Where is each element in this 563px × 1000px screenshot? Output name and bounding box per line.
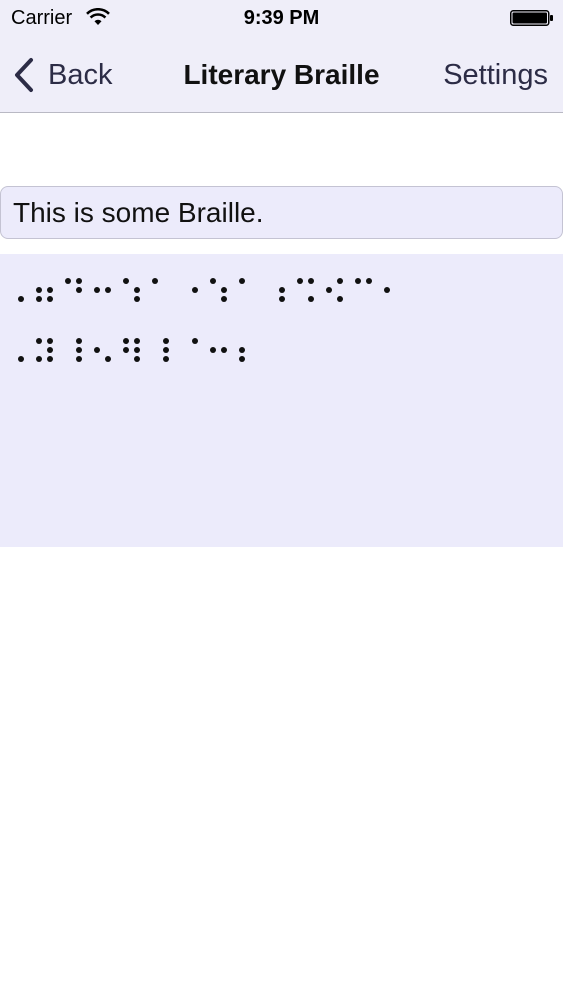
braille-dot bbox=[47, 356, 53, 362]
braille-cell bbox=[18, 278, 48, 318]
chevron-left-icon bbox=[15, 58, 33, 92]
braille-cell bbox=[105, 338, 135, 378]
braille-dot bbox=[279, 296, 285, 302]
braille-dot bbox=[239, 278, 245, 284]
app-screen: Carrier 9:39 PM Back Literary Braille Se… bbox=[0, 0, 563, 1000]
braille-dot bbox=[134, 338, 140, 344]
braille-dot bbox=[279, 287, 285, 293]
braille-output bbox=[0, 254, 563, 547]
battery-icon bbox=[510, 10, 553, 26]
braille-cell bbox=[366, 278, 396, 318]
braille-dot bbox=[221, 347, 227, 353]
braille-cell bbox=[47, 338, 77, 378]
braille-dot bbox=[65, 278, 71, 284]
braille-cell bbox=[337, 278, 367, 318]
braille-cell bbox=[134, 338, 164, 378]
braille-cell bbox=[163, 338, 193, 378]
braille-dot bbox=[355, 278, 361, 284]
braille-cell bbox=[192, 278, 222, 318]
braille-dot bbox=[123, 278, 129, 284]
braille-cell bbox=[105, 278, 135, 318]
braille-dot bbox=[76, 356, 82, 362]
braille-dot bbox=[36, 287, 42, 293]
braille-cell bbox=[221, 338, 251, 378]
braille-dot bbox=[123, 338, 129, 344]
braille-dot bbox=[337, 278, 343, 284]
braille-cell bbox=[76, 338, 106, 378]
braille-dot bbox=[239, 356, 245, 362]
braille-cell bbox=[279, 278, 309, 318]
braille-dot bbox=[210, 278, 216, 284]
braille-dot bbox=[210, 347, 216, 353]
braille-cell bbox=[47, 278, 77, 318]
braille-dot bbox=[76, 287, 82, 293]
back-button[interactable]: Back bbox=[12, 56, 112, 94]
navigation-bar: Back Literary Braille Settings bbox=[0, 38, 563, 113]
braille-dot bbox=[36, 356, 42, 362]
braille-dot bbox=[123, 347, 129, 353]
braille-dot bbox=[47, 296, 53, 302]
braille-dot bbox=[105, 287, 111, 293]
braille-dot bbox=[134, 356, 140, 362]
braille-cell bbox=[308, 278, 338, 318]
braille-dot bbox=[337, 296, 343, 302]
braille-dot bbox=[152, 278, 158, 284]
braille-dot bbox=[76, 278, 82, 284]
braille-dot bbox=[163, 338, 169, 344]
braille-dot bbox=[47, 287, 53, 293]
text-input-field[interactable] bbox=[0, 186, 563, 239]
braille-dot bbox=[47, 347, 53, 353]
braille-dot bbox=[163, 347, 169, 353]
braille-cell bbox=[192, 338, 222, 378]
braille-dot bbox=[76, 347, 82, 353]
braille-line bbox=[0, 338, 563, 386]
back-label: Back bbox=[48, 59, 113, 91]
braille-dot bbox=[384, 287, 390, 293]
braille-dot bbox=[105, 356, 111, 362]
braille-cell bbox=[76, 278, 106, 318]
braille-dot bbox=[308, 278, 314, 284]
top-chrome: Carrier 9:39 PM Back Literary Braille Se… bbox=[0, 0, 563, 113]
braille-dot bbox=[134, 296, 140, 302]
braille-dot bbox=[36, 296, 42, 302]
braille-dot bbox=[297, 278, 303, 284]
braille-dot bbox=[134, 347, 140, 353]
braille-dot bbox=[221, 287, 227, 293]
clock-time: 9:39 PM bbox=[243, 7, 320, 29]
braille-dot bbox=[18, 356, 24, 362]
status-bar: Carrier 9:39 PM bbox=[0, 0, 563, 38]
braille-dot bbox=[94, 347, 100, 353]
braille-cell bbox=[18, 338, 48, 378]
braille-dot bbox=[221, 296, 227, 302]
braille-dot bbox=[76, 338, 82, 344]
braille-dot bbox=[47, 338, 53, 344]
braille-dot bbox=[192, 287, 198, 293]
braille-space bbox=[250, 278, 280, 318]
settings-button[interactable]: Settings bbox=[443, 56, 548, 94]
braille-dot bbox=[308, 296, 314, 302]
braille-space bbox=[163, 278, 193, 318]
braille-dot bbox=[192, 338, 198, 344]
braille-dot bbox=[94, 287, 100, 293]
braille-dot bbox=[366, 278, 372, 284]
braille-cell bbox=[221, 278, 251, 318]
braille-dot bbox=[163, 356, 169, 362]
braille-dot bbox=[134, 287, 140, 293]
braille-dot bbox=[36, 338, 42, 344]
braille-cell bbox=[134, 278, 164, 318]
braille-dot bbox=[239, 347, 245, 353]
braille-dot bbox=[18, 296, 24, 302]
braille-line bbox=[0, 278, 563, 326]
braille-dot bbox=[326, 287, 332, 293]
